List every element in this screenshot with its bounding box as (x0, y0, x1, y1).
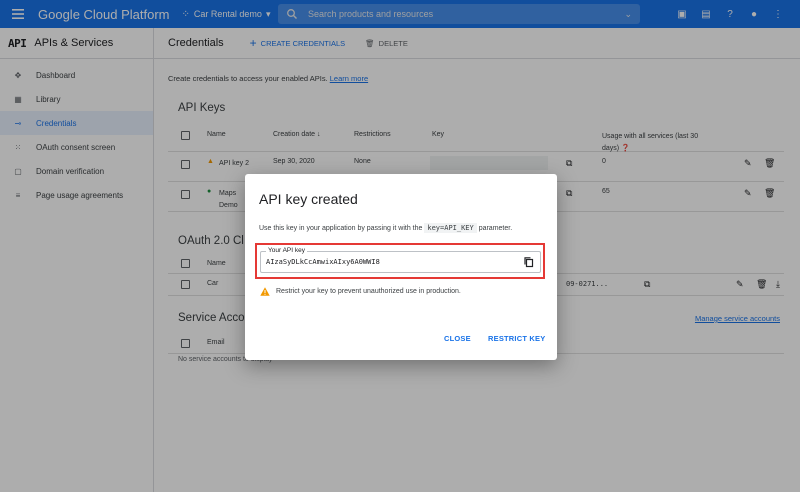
warning-message: Restrict your key to prevent unauthorize… (260, 287, 461, 296)
warning-icon (260, 287, 270, 296)
api-key-value[interactable]: AIzaSyDLkCcAmwixAIxy6A0WWI8 (266, 258, 380, 266)
dialog-description: Use this key in your application by pass… (259, 223, 513, 233)
desc-after: parameter. (478, 225, 513, 232)
copy-icon[interactable] (523, 256, 535, 268)
api-key-created-dialog: API key created Use this key in your app… (245, 174, 557, 360)
dialog-title: API key created (259, 191, 358, 207)
api-key-field[interactable]: Your API key AIzaSyDLkCcAmwixAIxy6A0WWI8 (260, 247, 541, 273)
desc-code: key=API_KEY (424, 223, 477, 233)
desc-before: Use this key in your application by pass… (259, 225, 423, 232)
api-key-label: Your API key (266, 247, 307, 254)
restrict-key-button[interactable]: RESTRICT KEY (488, 334, 545, 343)
warning-text: Restrict your key to prevent unauthorize… (276, 288, 461, 295)
close-button[interactable]: CLOSE (444, 334, 471, 343)
